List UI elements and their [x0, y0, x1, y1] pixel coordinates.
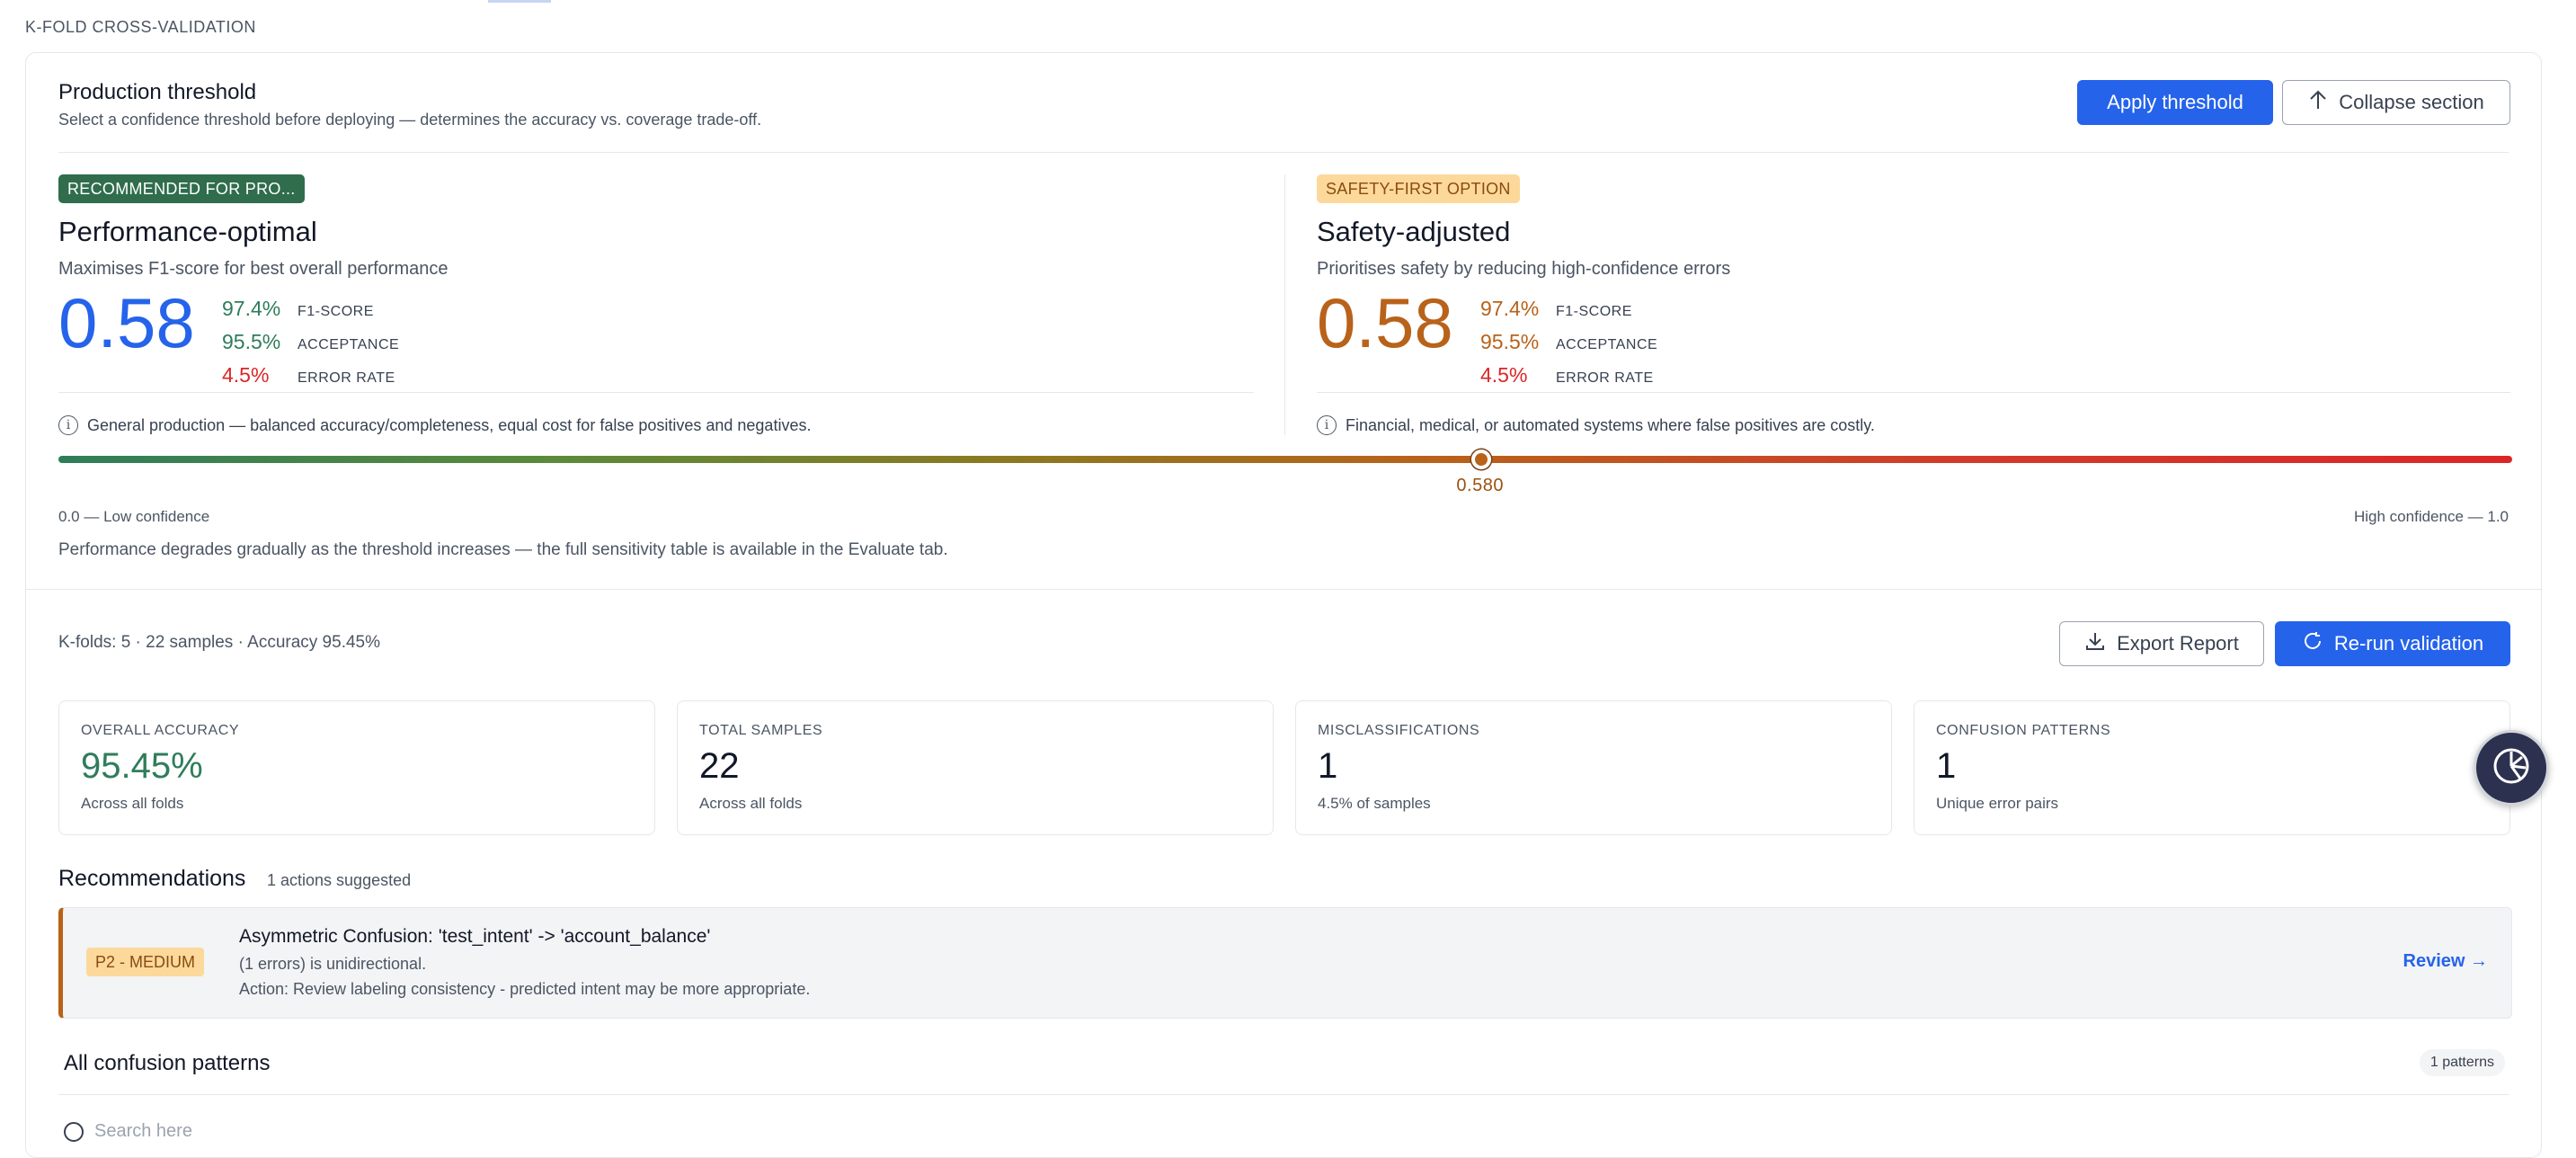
metric-f1: 97.4% F1-SCORE [222, 297, 399, 330]
option-title: Performance-optimal [58, 216, 317, 247]
section-divider [26, 589, 2541, 590]
metric-value: 97.4% [1480, 297, 1540, 320]
stat-value: 22 [699, 746, 740, 786]
metric-label: ACCEPTANCE [1556, 337, 1658, 352]
option-safety-adjusted[interactable]: SAFETY-FIRST OPTION Safety-adjusted Prio… [1317, 174, 2510, 435]
export-report-button[interactable]: Export Report [2059, 621, 2264, 666]
stat-value: 1 [1318, 746, 1338, 786]
recommendations-count: 1 actions suggested [267, 871, 412, 889]
rerun-validation-button[interactable]: Re-run validation [2275, 621, 2510, 666]
option-info: i General production — balanced accuracy… [58, 415, 811, 435]
info-text: Financial, medical, or automated systems… [1346, 415, 1875, 434]
threshold-slider-handle[interactable] [1471, 450, 1492, 469]
metric-acceptance: 95.5% ACCEPTANCE [1480, 330, 1657, 363]
patterns-divider [58, 1094, 2509, 1095]
stat-label: OVERALL ACCURACY [81, 723, 240, 738]
header-divider [58, 152, 2509, 153]
option-title: Safety-adjusted [1317, 216, 1511, 247]
stat-label: MISCLASSIFICATIONS [1318, 723, 1480, 738]
refresh-icon [2302, 630, 2323, 657]
kfold-card: Production threshold Select a confidence… [25, 52, 2542, 1158]
assistant-icon [2492, 746, 2531, 790]
apply-threshold-button[interactable]: Apply threshold [2077, 80, 2273, 125]
safety-badge: SAFETY-FIRST OPTION [1317, 174, 1520, 203]
info-text: General production — balanced accuracy/c… [87, 415, 812, 434]
metric-label: ERROR RATE [298, 370, 395, 386]
recommendations-title: Recommendations [58, 866, 246, 891]
stat-card-confusion-patterns: CONFUSION PATTERNS 1 Unique error pairs [1914, 700, 2510, 835]
stat-subtext: Across all folds [81, 795, 184, 812]
metrics-list: 97.4% F1-SCORE 95.5% ACCEPTANCE 4.5% ERR… [1480, 297, 1657, 396]
metric-acceptance: 95.5% ACCEPTANCE [222, 330, 399, 363]
option-subtitle: Prioritises safety by reducing high-conf… [1317, 259, 1731, 279]
recommendation-action: Action: Review labeling consistency - pr… [239, 980, 811, 998]
search-input[interactable] [94, 1121, 544, 1142]
metric-label: ERROR RATE [1556, 370, 1654, 386]
patterns-count-badge: 1 patterns [2419, 1049, 2505, 1076]
option-subtitle: Maximises F1-score for best overall perf… [58, 259, 449, 279]
metric-label: F1-SCORE [1556, 304, 1632, 319]
apply-threshold-label: Apply threshold [2107, 91, 2243, 113]
collapse-section-label: Collapse section [2339, 91, 2484, 113]
priority-badge: P2 - MEDIUM [86, 948, 205, 976]
search-icon [64, 1121, 84, 1142]
recommendation-item: P2 - MEDIUM Asymmetric Confusion: 'test_… [58, 907, 2512, 1019]
metric-value: 4.5% [1480, 363, 1528, 387]
stat-value: 1 [1936, 746, 1957, 786]
option-info: i Financial, medical, or automated syste… [1317, 415, 1875, 435]
stat-label: CONFUSION PATTERNS [1936, 723, 2111, 738]
stat-card-total-samples: TOTAL SAMPLES 22 Across all folds [677, 700, 1274, 835]
slider-note: Performance degrades gradually as the th… [58, 540, 948, 559]
threshold-slider-track[interactable] [58, 456, 2512, 463]
confusion-patterns-title: All confusion patterns [64, 1051, 271, 1075]
active-tab-indicator [488, 0, 551, 3]
metric-f1: 97.4% F1-SCORE [1480, 297, 1657, 330]
threshold-value: 0.58 [58, 283, 195, 362]
option-divider [58, 392, 1254, 393]
stat-card-overall-accuracy: OVERALL ACCURACY 95.45% Across all folds [58, 700, 655, 835]
search-bar [64, 1121, 544, 1142]
assistant-fab-button[interactable] [2474, 730, 2549, 806]
kfold-meta: K-folds: 5 · 22 samples · Accuracy 95.45… [58, 633, 380, 652]
stat-subtext: Across all folds [699, 795, 803, 812]
option-performance-optimal[interactable]: RECOMMENDED FOR PRO... Performance-optim… [58, 174, 1254, 435]
recommended-badge: RECOMMENDED FOR PRO... [58, 174, 305, 203]
options-separator [1284, 174, 1285, 435]
collapse-section-button[interactable]: Collapse section [2282, 80, 2510, 125]
stat-label: TOTAL SAMPLES [699, 723, 823, 738]
info-icon: i [1317, 415, 1337, 435]
threshold-subtitle: Select a confidence threshold before dep… [58, 111, 762, 129]
stat-subtext: Unique error pairs [1936, 795, 2059, 812]
info-icon: i [58, 415, 78, 435]
recommendation-detail: (1 errors) is unidirectional. [239, 955, 427, 973]
stat-subtext: 4.5% of samples [1318, 795, 1431, 812]
recommendation-title: Asymmetric Confusion: 'test_intent' -> '… [239, 926, 711, 947]
metric-label: ACCEPTANCE [298, 337, 400, 352]
threshold-value: 0.58 [1317, 283, 1453, 362]
download-icon [2084, 630, 2106, 657]
option-divider [1317, 392, 2510, 393]
section-label: K-FOLD CROSS-VALIDATION [25, 18, 256, 36]
slider-max-label: High confidence — 1.0 [2354, 508, 2509, 525]
metric-value: 4.5% [222, 363, 270, 387]
stat-card-misclassifications: MISCLASSIFICATIONS 1 4.5% of samples [1295, 700, 1892, 835]
metric-value: 95.5% [1480, 330, 1540, 353]
metric-value: 97.4% [222, 297, 281, 320]
rerun-validation-label: Re-run validation [2333, 632, 2484, 655]
arrow-up-icon [2308, 89, 2328, 116]
metric-value: 95.5% [222, 330, 281, 353]
review-link[interactable]: Review → [2403, 951, 2488, 972]
export-report-label: Export Report [2117, 632, 2239, 655]
threshold-title: Production threshold [58, 80, 257, 104]
slider-min-label: 0.0 — Low confidence [58, 508, 210, 525]
stat-value: 95.45% [81, 746, 203, 786]
slider-value-label: 0.580 [1456, 476, 1504, 495]
metrics-list: 97.4% F1-SCORE 95.5% ACCEPTANCE 4.5% ERR… [222, 297, 399, 396]
metric-label: F1-SCORE [298, 304, 374, 319]
